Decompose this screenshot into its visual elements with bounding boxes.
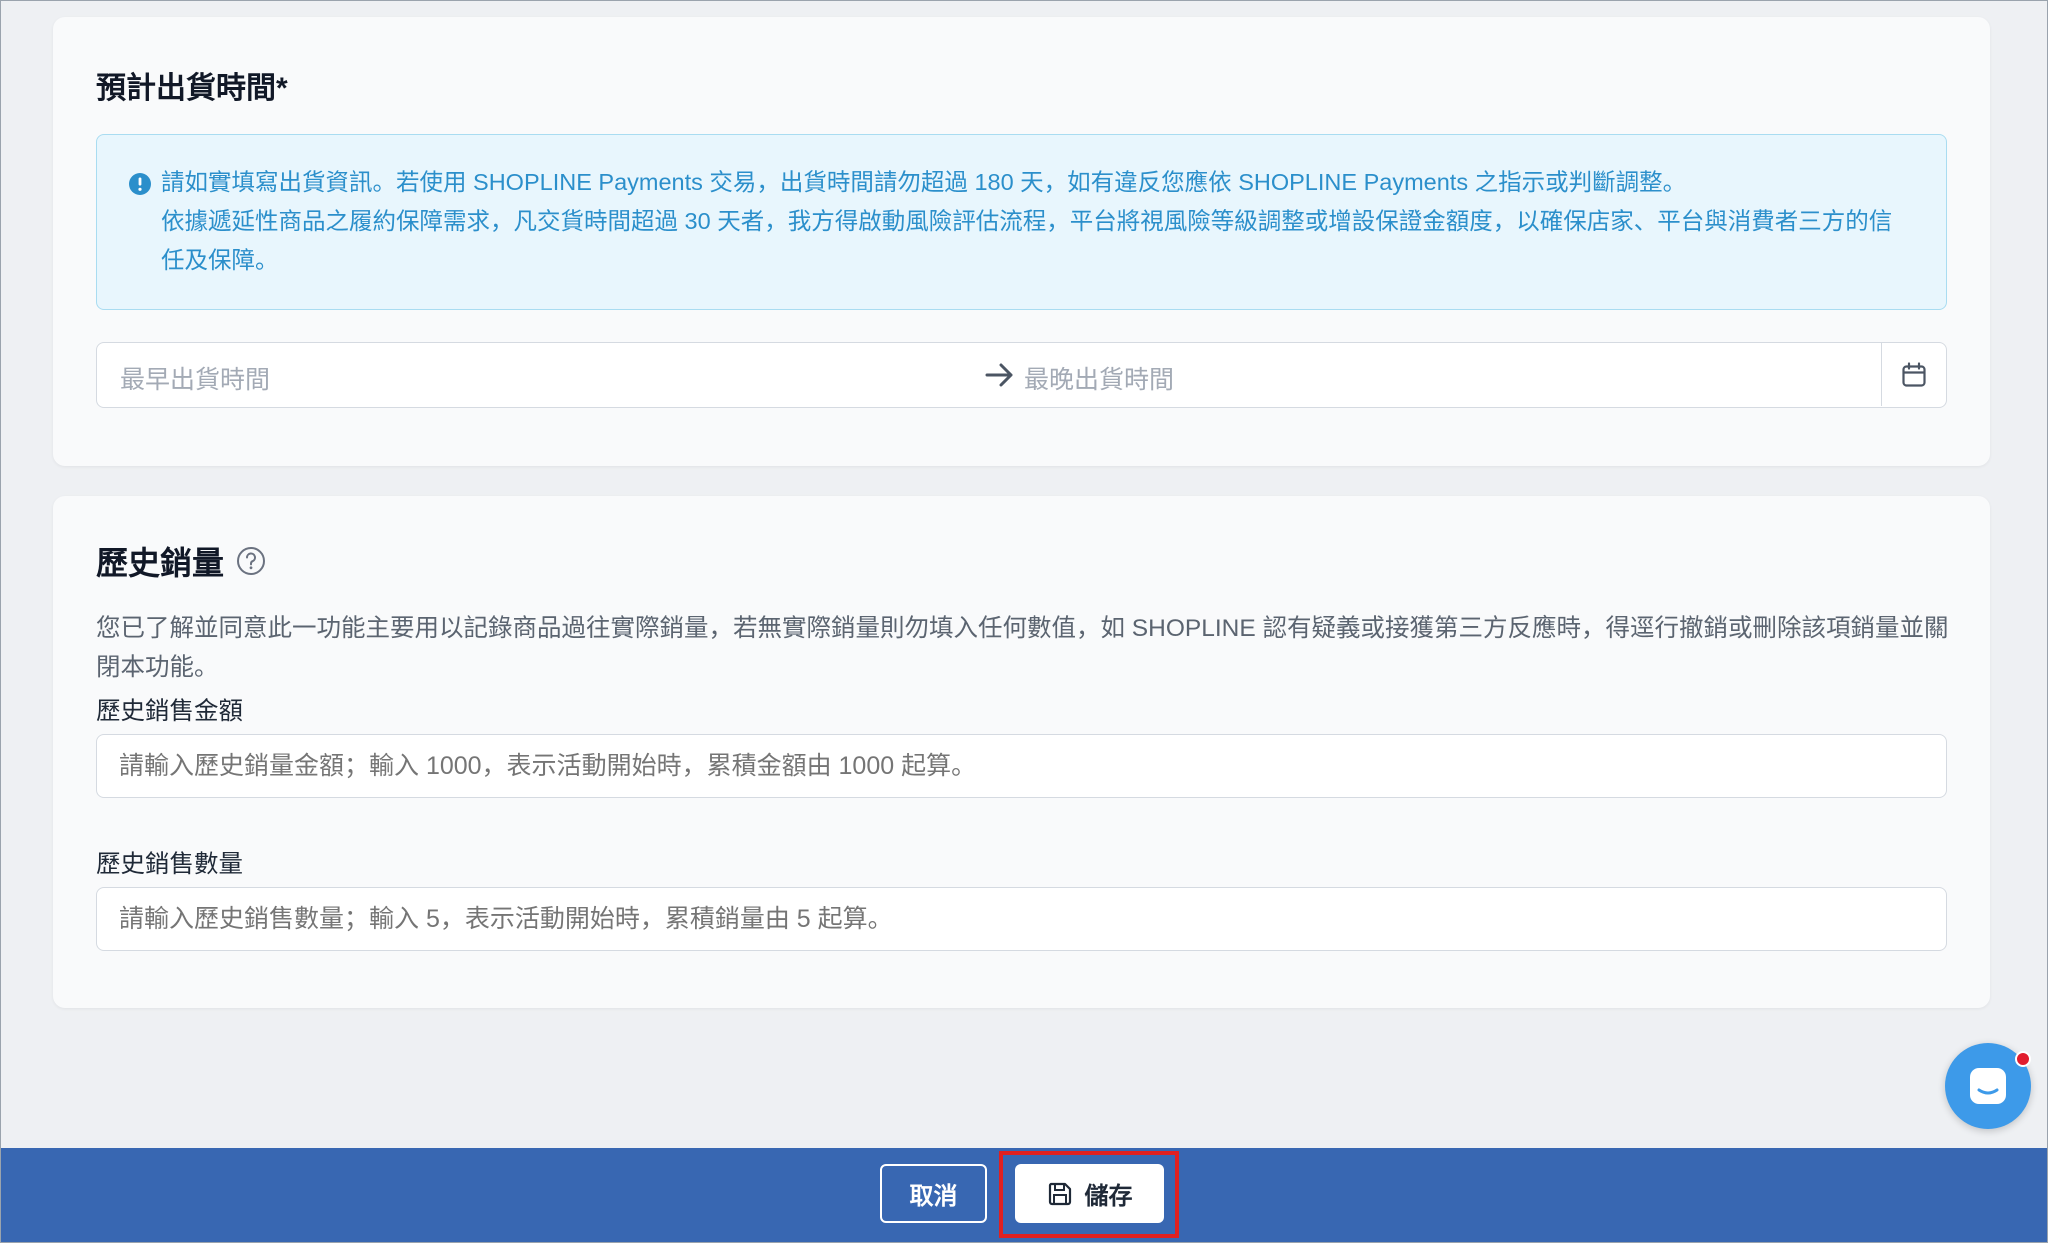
info-circle-icon <box>129 173 151 195</box>
shipping-notice-line-2: 依據遞延性商品之履約保障需求，凡交貨時間超過 30 天者，我方得啟動風險評估流程… <box>161 208 1893 273</box>
history-amount-input[interactable] <box>96 734 1947 798</box>
question-circle-icon[interactable] <box>236 546 266 576</box>
earliest-ship-date-input[interactable]: 最早出貨時間 <box>120 360 270 396</box>
history-quantity-input[interactable] <box>96 887 1947 951</box>
save-button-label: 儲存 <box>1084 1183 1133 1210</box>
calendar-button[interactable] <box>1881 343 1946 406</box>
notification-dot <box>2015 1051 2031 1067</box>
latest-ship-date-input[interactable]: 最晚出貨時間 <box>1024 360 1174 396</box>
history-quantity-label: 歷史銷售數量 <box>96 851 243 878</box>
cancel-button[interactable]: 取消 <box>880 1164 987 1223</box>
shipping-notice: 請如實填寫出貨資訊。若使用 SHOPLINE Payments 交易，出貨時間請… <box>96 134 1947 310</box>
floppy-disk-icon <box>1048 1182 1071 1205</box>
shipping-notice-text: 請如實填寫出貨資訊。若使用 SHOPLINE Payments 交易，出貨時間請… <box>161 163 1906 280</box>
sales-history-heading: 歷史銷量 <box>96 538 266 584</box>
calendar-icon <box>1902 361 1926 387</box>
sales-history-title: 歷史銷量 <box>96 545 225 581</box>
action-bar: 取消 儲存 <box>0 1148 2048 1243</box>
save-button[interactable]: 儲存 <box>1015 1164 1164 1223</box>
history-amount-label: 歷史銷售金額 <box>96 698 243 725</box>
shipping-date-range-picker[interactable]: 最早出貨時間 最晚出貨時間 <box>96 342 1947 408</box>
shipping-time-title: 預計出貨時間* <box>96 72 288 105</box>
sales-history-card: 歷史銷量 您已了解並同意此一功能主要用以記錄商品過往實際銷量，若無實際銷量則勿填… <box>53 496 1990 1008</box>
shipping-notice-line-1: 請如實填寫出貨資訊。若使用 SHOPLINE Payments 交易，出貨時間請… <box>161 169 1687 195</box>
shipping-time-card: 預計出貨時間* 請如實填寫出貨資訊。若使用 SHOPLINE Payments … <box>53 17 1990 466</box>
chat-support-button[interactable] <box>1945 1043 2031 1129</box>
chat-icon <box>1970 1068 2006 1104</box>
sales-history-description: 您已了解並同意此一功能主要用以記錄商品過往實際銷量，若無實際銷量則勿填入任何數值… <box>96 615 1949 681</box>
arrow-right-icon <box>985 363 1013 387</box>
